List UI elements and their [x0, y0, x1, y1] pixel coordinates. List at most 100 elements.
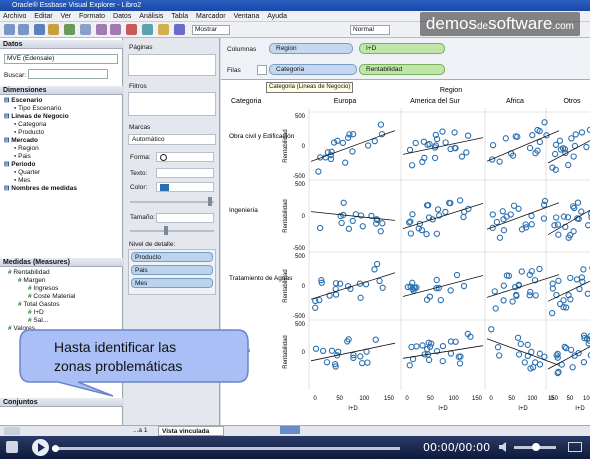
dimension-item[interactable]: ⊟ Nombres de medidas: [4, 185, 77, 193]
mark-type-select[interactable]: Automático: [128, 134, 216, 145]
dimension-label: Region: [18, 145, 39, 152]
data-point: [536, 350, 543, 357]
scatter-chart[interactable]: Region Categoria Europa America del Sur Afri…: [221, 80, 590, 425]
dimension-label: Categoria: [18, 121, 47, 128]
seek-bar[interactable]: [52, 447, 400, 450]
y-tick-label: 500: [295, 254, 306, 260]
color-slider-handle[interactable]: [208, 197, 212, 206]
x-tick-label: 50: [427, 396, 434, 402]
detail-pill-pais[interactable]: Pais: [131, 265, 213, 275]
detail-pill-producto[interactable]: Producto: [131, 252, 213, 262]
volume-icon[interactable]: [498, 441, 510, 453]
tab-linked-view[interactable]: Vista vinculada: [158, 426, 224, 436]
size-select[interactable]: Normal: [350, 25, 390, 35]
data-source-select[interactable]: MVE (Edensale): [4, 54, 118, 64]
label-icon[interactable]: [158, 24, 169, 35]
fit-icon[interactable]: [174, 24, 185, 35]
x-axis-label: I+D: [518, 406, 528, 412]
dimension-item[interactable]: ▪ Pais: [4, 153, 77, 161]
menu-marcador[interactable]: Marcador: [196, 13, 226, 20]
new-sheet-icon[interactable]: [64, 24, 75, 35]
color-shelf[interactable]: [156, 182, 214, 192]
size-shelf[interactable]: [156, 213, 214, 223]
seek-handle[interactable]: [52, 445, 59, 452]
search-input[interactable]: [28, 69, 108, 79]
rows-dropdown[interactable]: [257, 65, 267, 75]
dimension-item[interactable]: ▪ Categoria: [4, 121, 77, 129]
row-pill-rentabilidad[interactable]: Rentabilidad: [359, 64, 445, 75]
dimension-item[interactable]: ⊟ Mercado: [4, 137, 77, 145]
volume-slider-handle[interactable]: [532, 443, 540, 451]
data-point: [496, 158, 503, 165]
size-slider-handle[interactable]: [164, 226, 168, 235]
measure-item[interactable]: # Margen: [4, 277, 75, 285]
measure-item[interactable]: # Rentabilidad: [4, 269, 75, 277]
pages-shelf[interactable]: [128, 54, 216, 76]
back-icon[interactable]: [4, 24, 15, 35]
filters-shelf[interactable]: [128, 92, 216, 116]
dimensions-title: Dimensiones: [3, 87, 47, 94]
detail-pill-mes[interactable]: Mes: [131, 278, 213, 288]
dimension-item[interactable]: ▪ Mes: [4, 177, 77, 185]
scroll-up-icon[interactable]: [280, 426, 300, 434]
measure-item[interactable]: # Coste Material: [4, 293, 75, 301]
data-point: [407, 230, 415, 237]
data-point: [552, 141, 560, 148]
menu-formato[interactable]: Formato: [79, 13, 105, 20]
play-button[interactable]: [32, 439, 49, 456]
data-point: [359, 223, 366, 230]
mark-type-value: Automático: [132, 136, 165, 143]
menu-datos[interactable]: Datos: [113, 13, 131, 20]
measure-label: Ingresos: [33, 285, 59, 292]
column-pill-region[interactable]: Region: [269, 43, 353, 54]
group-icon[interactable]: [142, 24, 153, 35]
measure-item[interactable]: # Sal...: [4, 317, 75, 325]
add-data-icon[interactable]: [48, 24, 59, 35]
tab-sheet-1[interactable]: ...a 1: [130, 426, 158, 436]
column-pill-id[interactable]: I+D: [359, 43, 445, 54]
save-icon[interactable]: [34, 24, 45, 35]
sort-desc-icon[interactable]: [110, 24, 121, 35]
menu-tabla[interactable]: Tabla: [171, 13, 188, 20]
data-point: [460, 213, 467, 221]
data-point: [532, 292, 539, 299]
menu-analisis[interactable]: Análisis: [139, 13, 163, 20]
swap-icon[interactable]: [80, 24, 91, 35]
data-point: [460, 282, 468, 290]
show-button[interactable]: Mostrar: [192, 25, 230, 35]
menu-editar[interactable]: Editar: [34, 13, 52, 20]
dimension-label: Periodo: [11, 161, 36, 168]
highlight-icon[interactable]: [126, 24, 137, 35]
text-shelf[interactable]: [156, 168, 214, 178]
menu-archivo[interactable]: Archivo: [3, 13, 26, 20]
tab-nav-icon[interactable]: [4, 427, 20, 435]
stop-icon[interactable]: [6, 441, 18, 453]
measure-item[interactable]: # I+D: [4, 309, 75, 317]
dimension-label: Mes: [18, 177, 31, 184]
data-point: [567, 274, 574, 282]
forward-icon[interactable]: [18, 24, 29, 35]
dimension-item[interactable]: ▪ Producto: [4, 129, 77, 137]
size-label: Tamaño:: [130, 214, 155, 221]
menu-ayuda[interactable]: Ayuda: [267, 13, 287, 20]
dimension-item[interactable]: ▪ Quarter: [4, 169, 77, 177]
data-point: [453, 271, 461, 279]
fullscreen-icon[interactable]: [568, 442, 582, 452]
data-point: [342, 159, 349, 166]
sort-asc-icon[interactable]: [96, 24, 107, 35]
dimension-item[interactable]: ⊟ Lineas de Negocio: [4, 113, 77, 121]
menu-ver[interactable]: Ver: [61, 13, 72, 20]
measure-item[interactable]: # Total Gastos: [4, 301, 75, 309]
menu-ventana[interactable]: Ventana: [234, 13, 260, 20]
measure-item[interactable]: # Ingresos: [4, 285, 75, 293]
data-point: [488, 326, 495, 333]
dimension-item[interactable]: ▪ Tipo Escenario: [4, 105, 77, 113]
row-pill-categoria[interactable]: Categoria: [269, 64, 357, 75]
dimension-item[interactable]: ⊟ Escenario: [4, 97, 77, 105]
dimensions-header: Dimensiones: [0, 86, 123, 95]
data-point: [489, 211, 496, 218]
data-section-header: Datos: [0, 40, 123, 49]
shape-shelf[interactable]: [156, 152, 214, 162]
dimension-item[interactable]: ▪ Region: [4, 145, 77, 153]
dimension-item[interactable]: ⊟ Periodo: [4, 161, 77, 169]
